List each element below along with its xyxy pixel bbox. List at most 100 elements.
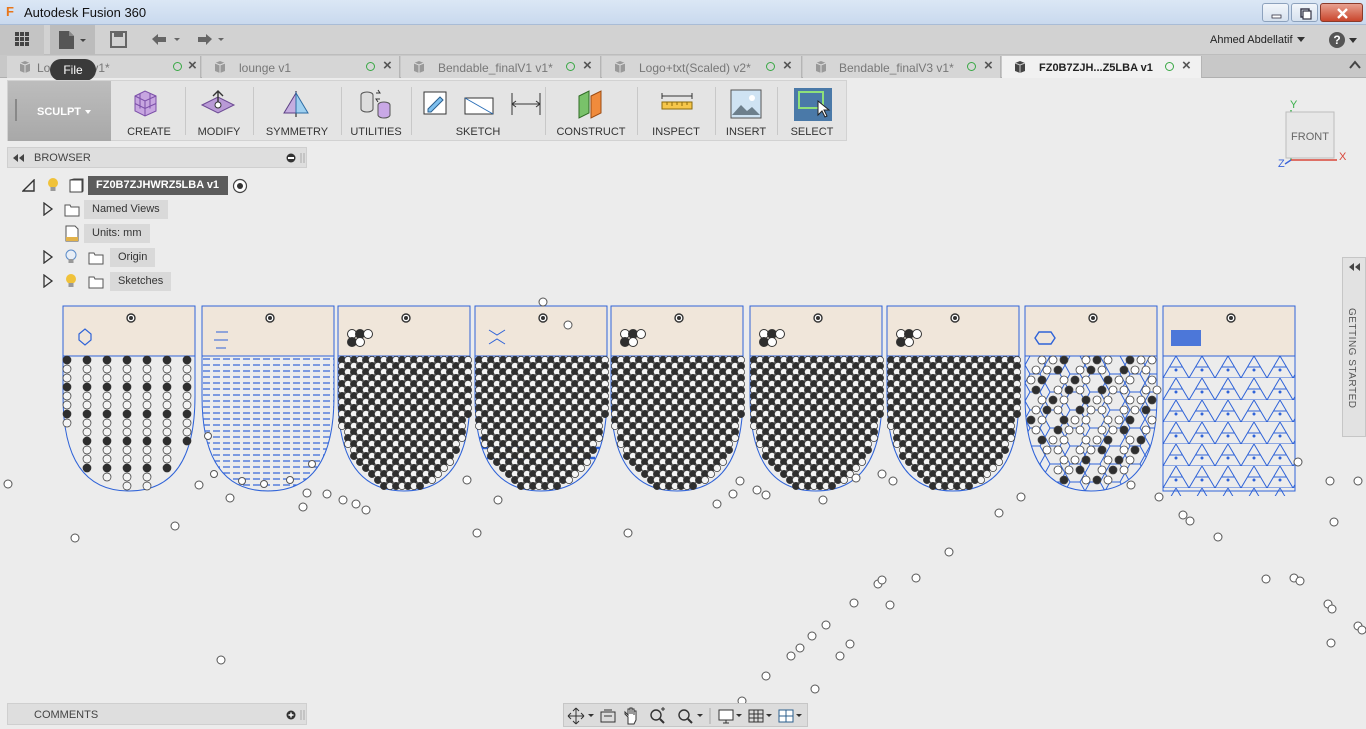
close-window-button[interactable]	[1320, 3, 1363, 22]
sketch-point[interactable]	[944, 547, 954, 557]
sketch-profile[interactable]	[749, 305, 884, 492]
tree-item-sketches[interactable]: Sketches	[40, 272, 190, 291]
activate-radio-icon[interactable]	[232, 178, 248, 194]
comments-panel[interactable]: COMMENTS	[7, 703, 307, 725]
sketch-point[interactable]	[761, 490, 771, 500]
sketch-point[interactable]	[712, 499, 722, 509]
sketch-point[interactable]	[786, 651, 796, 661]
close-tab-icon[interactable]: ×	[783, 57, 792, 74]
sketch-point[interactable]	[1357, 625, 1366, 635]
sketch-point[interactable]	[70, 533, 80, 543]
tab-bendable-finalv1[interactable]: Bendable_finalV1 v1* ×	[401, 56, 601, 78]
sketch-point[interactable]	[735, 476, 745, 486]
symmetry-menu[interactable]: SYMMETRY	[254, 81, 340, 141]
sketch-point[interactable]	[795, 643, 805, 653]
save-button[interactable]	[103, 25, 133, 55]
sketch-point[interactable]	[1213, 532, 1223, 542]
panel-options-icon[interactable]	[286, 153, 306, 164]
tab-logo-txt[interactable]: Logo+txt(Scaled) v2* ×	[602, 56, 802, 78]
tree-item-origin[interactable]: Origin	[40, 248, 180, 267]
lightbulb-icon[interactable]	[46, 177, 60, 194]
tab-fz0b7zjh-active[interactable]: FZ0B7ZJH...Z5LBA v1 ×	[1002, 56, 1202, 78]
maximize-button[interactable]	[1291, 3, 1318, 22]
close-tab-icon[interactable]: ×	[383, 57, 392, 74]
tree-root-component[interactable]: FZ0B7ZJHWRZ5LBA v1	[22, 176, 262, 195]
workspace-switcher[interactable]: SCULPT	[8, 81, 111, 141]
grid-icon[interactable]	[748, 709, 772, 723]
user-account-menu[interactable]: Ahmed Abdellatif	[1210, 34, 1293, 46]
sketch-point[interactable]	[1327, 604, 1337, 614]
sketch-point[interactable]	[1326, 638, 1336, 648]
sketch-point[interactable]	[845, 639, 855, 649]
design-canvas[interactable]	[0, 290, 1366, 710]
sketch-point[interactable]	[170, 521, 180, 531]
sketch-point[interactable]	[1154, 492, 1164, 502]
sketch-point[interactable]	[1178, 510, 1188, 520]
sketch-point[interactable]	[885, 600, 895, 610]
display-settings-icon[interactable]	[718, 709, 742, 724]
sketch-profile[interactable]	[1162, 305, 1296, 496]
sketch-point[interactable]	[493, 495, 503, 505]
viewcube[interactable]: Y X Z FRONT	[1278, 98, 1350, 170]
redo-button[interactable]	[190, 25, 228, 55]
add-comment-icon[interactable]	[286, 709, 306, 721]
tab-bendable-finalv3[interactable]: Bendable_finalV3 v1* ×	[803, 56, 1001, 78]
minimize-button[interactable]	[1262, 3, 1289, 22]
chevron-up-icon[interactable]	[1348, 58, 1362, 72]
tree-item-named-views[interactable]: Named Views	[40, 200, 180, 219]
sketch-profile[interactable]	[474, 305, 609, 492]
sketch-point[interactable]	[225, 493, 235, 503]
collapse-left-icon[interactable]	[12, 154, 26, 163]
undo-button[interactable]	[146, 25, 184, 55]
inspect-menu[interactable]: INSPECT	[638, 81, 714, 141]
sketch-point[interactable]	[849, 598, 859, 608]
sketch-point[interactable]	[361, 505, 371, 515]
sketch-point[interactable]	[1126, 480, 1136, 490]
create-menu[interactable]: CREATE	[114, 81, 184, 141]
sketch-point[interactable]	[821, 620, 831, 630]
sketch-point[interactable]	[728, 489, 738, 499]
lightbulb-icon[interactable]	[64, 273, 78, 290]
sketch-point[interactable]	[194, 480, 204, 490]
viewports-icon[interactable]	[778, 709, 802, 723]
lightbulb-off-icon[interactable]	[64, 249, 78, 266]
collapse-left-icon[interactable]	[1348, 263, 1362, 272]
sketch-point[interactable]	[623, 528, 633, 538]
sketch-point[interactable]	[877, 575, 887, 585]
sketch-point[interactable]	[1295, 576, 1305, 586]
sketch-point[interactable]	[1016, 492, 1026, 502]
close-tab-icon[interactable]: ×	[188, 57, 197, 74]
insert-menu[interactable]: INSERT	[716, 81, 776, 141]
sketch-point[interactable]	[472, 528, 482, 538]
sketch-profile[interactable]	[62, 305, 196, 492]
sketch-point[interactable]	[888, 476, 898, 486]
sketch-point[interactable]	[994, 508, 1004, 518]
getting-started-panel[interactable]: GETTING STARTED	[1342, 257, 1366, 437]
sketch-profile[interactable]	[337, 305, 472, 492]
look-at-icon[interactable]	[600, 709, 616, 723]
sketch-point[interactable]	[851, 473, 861, 483]
sketch-point[interactable]	[818, 495, 828, 505]
sketch-profile[interactable]	[1024, 305, 1162, 492]
tree-collapsed-icon[interactable]	[42, 250, 54, 264]
sketch-point[interactable]	[322, 489, 332, 499]
sketch-point[interactable]	[298, 502, 308, 512]
sketch-point[interactable]	[835, 651, 845, 661]
utilities-menu[interactable]: UTILITIES	[342, 81, 410, 141]
tab-lounge[interactable]: lounge v1 ×	[202, 56, 400, 78]
orbit-icon[interactable]	[567, 707, 594, 725]
close-tab-icon[interactable]: ×	[583, 57, 592, 74]
sketch-point[interactable]	[462, 475, 472, 485]
sketch-point[interactable]	[302, 488, 312, 498]
sketch-point[interactable]	[807, 631, 817, 641]
sketch-profile[interactable]	[610, 305, 745, 492]
sketch-profile[interactable]	[886, 305, 1021, 492]
sketch-point[interactable]	[538, 297, 548, 307]
browser-panel-header[interactable]: BROWSER	[7, 147, 307, 168]
data-panel-button[interactable]	[0, 25, 44, 55]
sketch-point[interactable]	[911, 573, 921, 583]
help-button[interactable]: ?	[1328, 31, 1358, 49]
sketch-point[interactable]	[1293, 457, 1303, 467]
sketch-point[interactable]	[877, 469, 887, 479]
construct-menu[interactable]: CONSTRUCT	[546, 81, 636, 141]
